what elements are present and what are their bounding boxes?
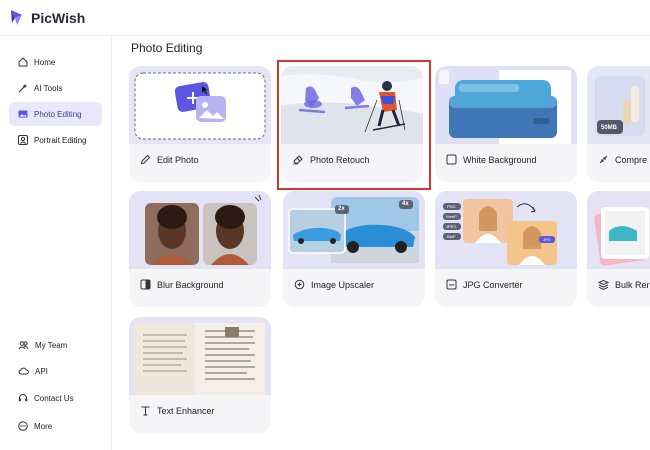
tool-card-white-background[interactable]: White Background bbox=[435, 66, 577, 182]
compress-icon bbox=[599, 155, 608, 164]
top-bar: PicWish bbox=[0, 0, 650, 36]
jpg-file-icon bbox=[446, 279, 457, 290]
tool-label-row: Photo Retouch bbox=[292, 154, 370, 165]
photo-edit-icon bbox=[18, 110, 28, 118]
eraser-icon bbox=[293, 155, 303, 165]
headset-icon bbox=[18, 394, 28, 402]
tool-label-row: Edit Photo bbox=[140, 154, 199, 165]
tool-label: Compre bbox=[615, 154, 648, 165]
home-icon bbox=[18, 57, 28, 67]
sidebar-item-label: My Team bbox=[35, 340, 68, 350]
tool-card-jpg-converter[interactable]: PNG WebP JPEG BMP JPG JPG Converter bbox=[435, 191, 577, 307]
tool-label: Text Enhancer bbox=[157, 405, 215, 416]
compress-thumbnail: 50MB bbox=[587, 66, 650, 144]
sidebar-item-api[interactable]: API bbox=[9, 359, 102, 383]
blur-background-thumbnail bbox=[129, 191, 271, 269]
sidebar-item-photo-editing[interactable]: Photo Editing bbox=[9, 102, 102, 126]
tool-label-row: Text Enhancer bbox=[140, 405, 215, 416]
sidebar-item-label: Portrait Editing bbox=[34, 135, 87, 145]
tool-card-photo-retouch[interactable]: Photo Retouch bbox=[281, 66, 423, 182]
tool-label-row: Image Upscaler bbox=[294, 279, 374, 290]
sidebar-item-my-team[interactable]: My Team bbox=[9, 333, 102, 357]
tool-label: Bulk Rer bbox=[615, 279, 650, 290]
blur-icon bbox=[140, 279, 151, 290]
tool-label: JPG Converter bbox=[463, 279, 523, 290]
photo-retouch-thumbnail bbox=[281, 66, 423, 144]
sidebar-item-portrait-editing[interactable]: Portrait Editing bbox=[9, 128, 102, 152]
upscale-4x-badge: 4x bbox=[402, 201, 409, 207]
upscale-2x-badge: 2x bbox=[338, 206, 345, 212]
app-name: PicWish bbox=[31, 10, 86, 26]
sidebar-item-more[interactable]: More bbox=[9, 414, 102, 438]
tool-card-edit-photo[interactable]: Edit Photo bbox=[129, 66, 271, 182]
square-icon bbox=[446, 154, 457, 165]
sidebar-item-label: Home bbox=[34, 57, 56, 67]
sidebar: Home AI Tools Photo Editing Portrait Edi… bbox=[0, 37, 112, 450]
sidebar-item-ai-tools[interactable]: AI Tools bbox=[9, 76, 102, 100]
format-tag-jpg: JPG bbox=[543, 237, 551, 242]
tool-label-row: Bulk Rer bbox=[598, 279, 650, 290]
magic-wand-icon bbox=[18, 83, 28, 93]
image-upscaler-thumbnail: 2x 4x bbox=[283, 191, 425, 269]
sidebar-item-label: More bbox=[34, 421, 53, 431]
edit-photo-thumbnail bbox=[129, 66, 271, 144]
tool-label-row: White Background bbox=[446, 154, 537, 165]
section-title: Photo Editing bbox=[131, 41, 203, 55]
tool-card-compress[interactable]: 50MB Compre bbox=[587, 66, 650, 182]
sidebar-item-home[interactable]: Home bbox=[9, 50, 102, 74]
tool-card-blur-background[interactable]: Blur Background bbox=[129, 191, 271, 307]
tool-label-row: Blur Background bbox=[140, 279, 224, 290]
tool-card-text-enhancer[interactable]: Text Enhancer bbox=[129, 317, 271, 433]
tool-label: Edit Photo bbox=[157, 154, 199, 165]
pencil-icon bbox=[140, 154, 151, 165]
jpg-converter-thumbnail: PNG WebP JPEG BMP JPG bbox=[435, 191, 577, 269]
compress-size-badge: 50MB bbox=[601, 125, 618, 131]
tool-card-bulk-rename[interactable]: Bulk Rer bbox=[587, 191, 650, 307]
tool-label: Blur Background bbox=[157, 279, 224, 290]
picwish-logo-icon bbox=[11, 10, 22, 25]
white-background-thumbnail bbox=[435, 66, 577, 144]
team-icon bbox=[18, 341, 29, 350]
tool-label: Photo Retouch bbox=[310, 154, 370, 165]
sidebar-item-contact-us[interactable]: Contact Us bbox=[9, 386, 102, 410]
app-logo[interactable]: PicWish bbox=[9, 9, 85, 27]
format-tag-webp: WebP bbox=[446, 214, 457, 219]
format-tag-png: PNG bbox=[447, 204, 456, 209]
sidebar-item-label: Photo Editing bbox=[34, 109, 82, 119]
api-cloud-icon bbox=[18, 367, 29, 375]
tool-label-row: Compre bbox=[598, 154, 647, 165]
more-icon bbox=[18, 421, 28, 431]
sidebar-item-label: Contact Us bbox=[34, 393, 74, 403]
stack-icon bbox=[598, 279, 609, 290]
tool-label-row: JPG Converter bbox=[446, 279, 523, 290]
bulk-thumbnail bbox=[587, 191, 650, 269]
tool-card-image-upscaler[interactable]: 2x 4x Image Upscaler bbox=[283, 191, 425, 307]
text-icon bbox=[141, 406, 150, 416]
sidebar-item-label: AI Tools bbox=[34, 83, 63, 93]
sidebar-item-label: API bbox=[35, 366, 48, 376]
format-tag-jpeg: JPEG bbox=[446, 224, 457, 229]
portrait-icon bbox=[18, 135, 28, 145]
tool-label: Image Upscaler bbox=[311, 279, 375, 290]
format-tag-bmp: BMP bbox=[447, 234, 456, 239]
text-enhancer-thumbnail bbox=[129, 317, 271, 395]
tool-label: White Background bbox=[463, 154, 537, 165]
zoom-plus-icon bbox=[294, 279, 305, 290]
